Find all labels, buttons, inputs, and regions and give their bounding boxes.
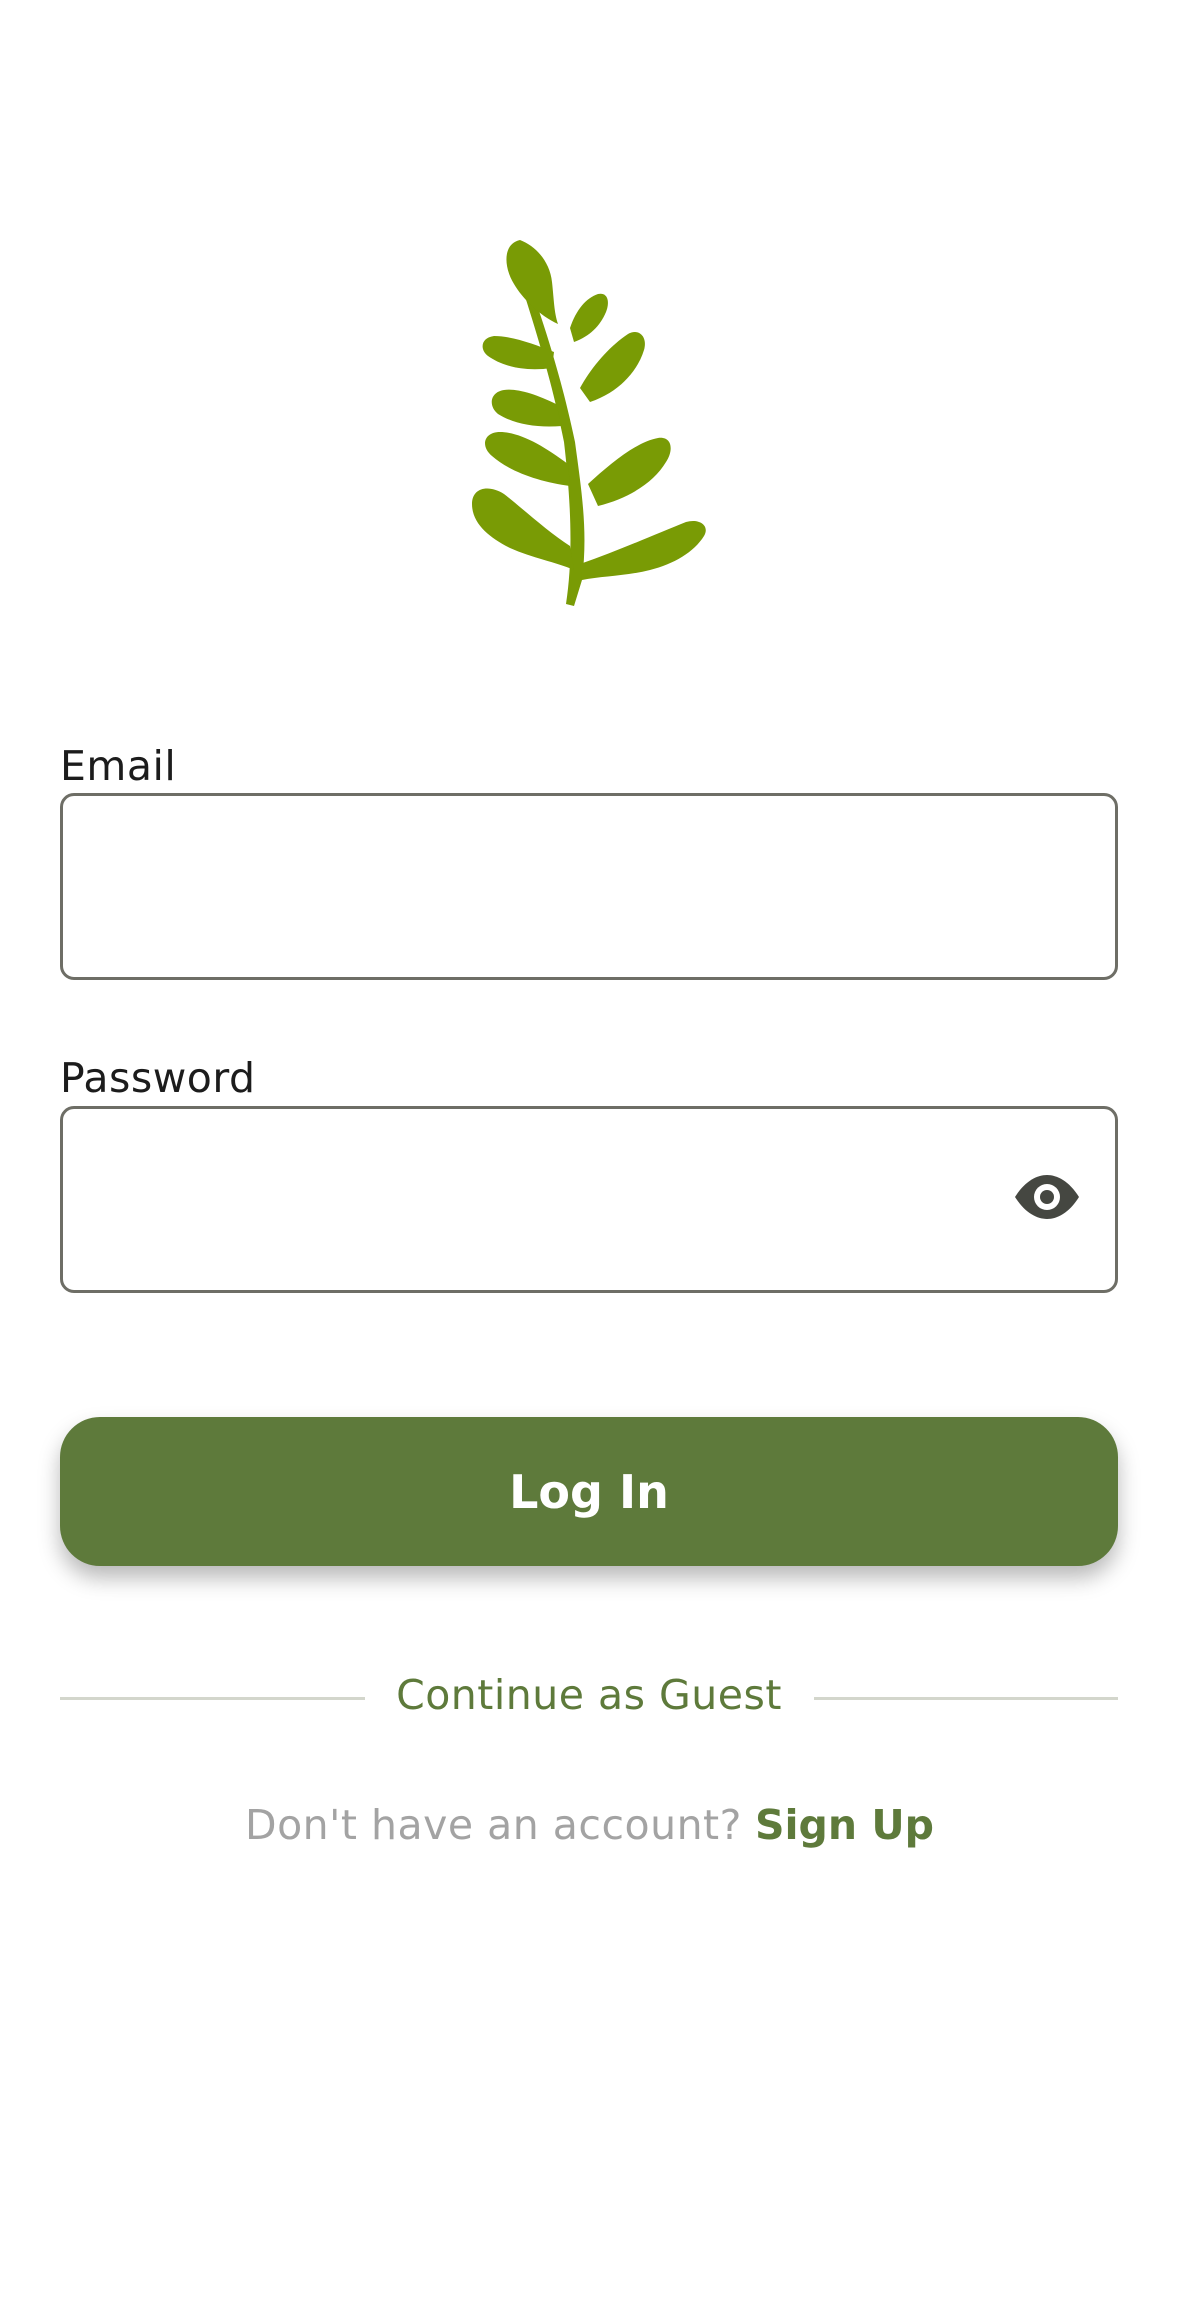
- continue-as-guest-link[interactable]: Continue as Guest: [364, 1671, 814, 1720]
- signup-row: Don't have an account? Sign Up: [0, 1801, 1179, 1850]
- signup-prompt: Don't have an account?: [245, 1801, 742, 1849]
- password-input[interactable]: [63, 1109, 1115, 1290]
- divider-right: [814, 1697, 1118, 1700]
- email-field[interactable]: [60, 793, 1118, 980]
- leaf-branch-icon: [472, 240, 706, 606]
- email-label: Email: [60, 742, 177, 790]
- email-input[interactable]: [63, 796, 1115, 977]
- password-label: Password: [60, 1054, 256, 1102]
- divider-left: [60, 1697, 365, 1700]
- login-button[interactable]: Log In: [60, 1417, 1118, 1566]
- password-field[interactable]: [60, 1106, 1118, 1293]
- eye-icon[interactable]: [1013, 1173, 1081, 1221]
- sign-up-link[interactable]: Sign Up: [755, 1801, 934, 1849]
